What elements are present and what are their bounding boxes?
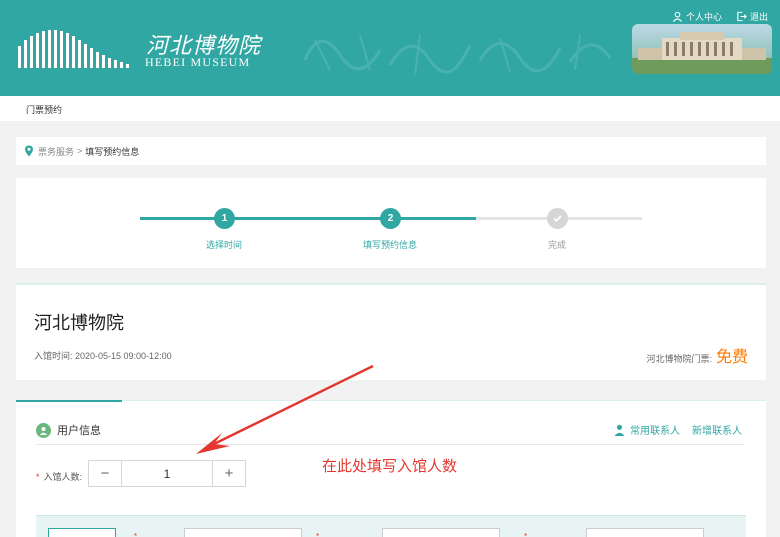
required-mark-id-number: * bbox=[524, 532, 528, 537]
logout-link[interactable]: 退出 bbox=[736, 10, 768, 23]
id-number-input[interactable] bbox=[586, 528, 704, 537]
section-tab-underline bbox=[16, 400, 122, 402]
step-2-label: 填写预约信息 bbox=[362, 240, 417, 250]
price-value: 免费 bbox=[715, 349, 748, 366]
header-banner: 河北博物院 HEBEI MUSEUM 个人中心 退出 bbox=[0, 0, 780, 96]
visitor-select-button[interactable] bbox=[48, 528, 116, 537]
breadcrumb-current: 填写预约信息 bbox=[85, 146, 140, 157]
step-3-circle bbox=[547, 208, 568, 229]
user-avatar-icon bbox=[36, 422, 51, 438]
nav-bar: 门票预约 bbox=[0, 96, 780, 121]
visitor-count-label: * 入馆人数: bbox=[36, 472, 83, 482]
user-icon bbox=[672, 11, 683, 22]
ticket-price: 河北博物院门票: 免费 bbox=[646, 343, 748, 367]
user-info-title: 用户信息 bbox=[57, 425, 101, 437]
section-divider bbox=[36, 444, 744, 445]
museum-logo-icon bbox=[18, 30, 129, 68]
museum-building-image bbox=[632, 24, 772, 74]
add-contact-button[interactable]: 新增联系人 bbox=[692, 422, 742, 437]
museum-name: 河北博物院 bbox=[34, 313, 124, 333]
nav-item-ticket-booking[interactable]: 门票预约 bbox=[26, 103, 62, 116]
step-1-circle: 1 bbox=[214, 208, 235, 229]
personal-center-link[interactable]: 个人中心 bbox=[672, 10, 722, 23]
required-mark-name: * bbox=[134, 532, 138, 537]
breadcrumb-ticket-service[interactable]: 票务服务 bbox=[38, 145, 74, 158]
decrement-button[interactable]: − bbox=[89, 461, 121, 486]
section-tab-border bbox=[122, 400, 766, 401]
required-mark-id-type: * bbox=[316, 532, 320, 537]
check-icon bbox=[553, 215, 562, 223]
increment-button[interactable]: + bbox=[213, 461, 245, 486]
visitor-form-row: * * * bbox=[36, 515, 746, 537]
id-type-select[interactable] bbox=[382, 528, 500, 537]
location-pin-icon bbox=[25, 145, 33, 157]
user-info-header: 用户信息 bbox=[36, 422, 101, 438]
logout-icon bbox=[737, 11, 747, 22]
visitor-name-input[interactable] bbox=[184, 528, 302, 537]
calligraphy-pattern bbox=[303, 34, 612, 76]
step-2-circle: 2 bbox=[380, 208, 401, 229]
museum-card: 河北博物院 入馆时间: 2020-05-15 09:00-12:00 河北博物院… bbox=[16, 283, 766, 380]
step-1-label: 选择时间 bbox=[205, 240, 242, 250]
common-contacts-button[interactable]: 常用联系人 bbox=[614, 422, 680, 437]
person-icon bbox=[614, 424, 625, 436]
progress-steps: 1 选择时间 2 填写预约信息 完成 bbox=[16, 178, 766, 268]
step-3-label: 完成 bbox=[547, 240, 566, 250]
visitor-count-input[interactable]: 1 bbox=[121, 461, 213, 486]
annotation-text: 在此处填写入馆人数 bbox=[322, 458, 458, 475]
visitor-count-stepper: − 1 + bbox=[88, 460, 246, 487]
breadcrumb-separator: > bbox=[77, 146, 83, 156]
visit-time: 入馆时间: 2020-05-15 09:00-12:00 bbox=[34, 351, 172, 361]
breadcrumb: 票务服务 > 填写预约信息 bbox=[16, 137, 766, 165]
logo-english: HEBEI MUSEUM bbox=[145, 55, 251, 69]
step-line-done bbox=[140, 217, 476, 220]
price-label: 河北博物院门票: bbox=[646, 354, 712, 364]
required-mark: * bbox=[36, 472, 40, 482]
